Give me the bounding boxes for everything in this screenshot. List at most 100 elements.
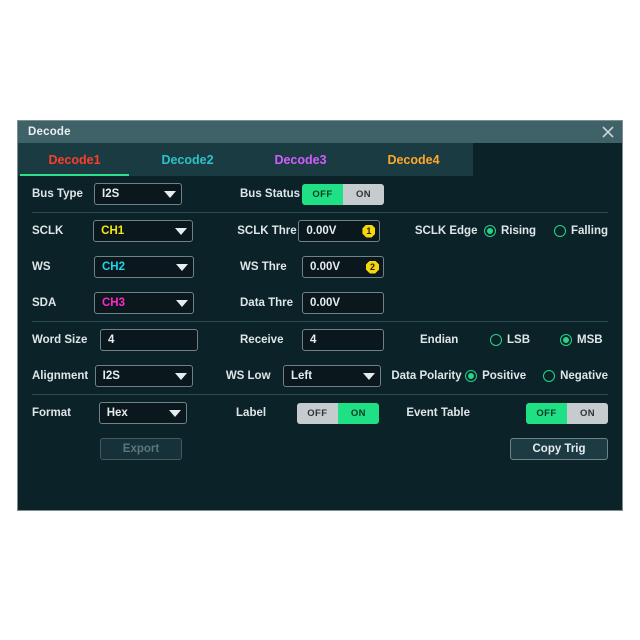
endian-lsb-radio[interactable]: LSB <box>490 334 554 346</box>
data-thre-field[interactable]: 0.00V <box>302 292 384 314</box>
format-dropdown-wrap: Hex <box>98 402 201 424</box>
sclk-thre-label: SCLK Thre <box>237 225 297 237</box>
ws-low-dropdown[interactable]: Left <box>282 365 381 387</box>
sda-source-dropdown[interactable]: CH3 <box>94 292 194 314</box>
sclk-thre-value: 0.00V <box>306 225 337 237</box>
label-toggle-label: Label <box>236 407 267 419</box>
receive-wrap: 4 <box>302 329 392 351</box>
row-actions: Export Copy Trig <box>32 431 608 467</box>
alignment-dropdown[interactable]: I2S <box>94 365 193 387</box>
sclk-edge-radio-group: Rising Falling <box>483 225 608 237</box>
event-table-off-segment[interactable]: OFF <box>525 402 567 424</box>
ws-thre-wrap: 0.00V 2 <box>302 256 392 278</box>
bus-type-dropdown-wrap: I2S <box>94 183 204 205</box>
radio-icon <box>560 334 572 346</box>
format-value: Hex <box>106 407 128 419</box>
ws-thre-value: 0.00V <box>310 261 341 273</box>
tab-decode4-label: Decode4 <box>387 152 440 167</box>
ws-thre-label: WS Thre <box>240 261 287 273</box>
bus-status-on-segment[interactable]: ON <box>343 183 384 205</box>
bus-type-label: Bus Type <box>32 188 83 200</box>
data-polarity-negative-radio[interactable]: Negative <box>543 370 608 382</box>
ws-low-value: Left <box>290 370 313 382</box>
endian-msb-label: MSB <box>577 334 603 346</box>
sda-source-value: CH3 <box>102 297 126 309</box>
ws-low-label: WS Low <box>225 370 271 382</box>
data-polarity-positive-label: Positive <box>482 370 527 382</box>
sclk-edge-rising-radio[interactable]: Rising <box>483 225 548 237</box>
bus-status-toggle[interactable]: OFF ON <box>302 183 384 205</box>
copy-trig-button[interactable]: Copy Trig <box>510 438 608 460</box>
word-size-field[interactable]: 4 <box>100 329 198 351</box>
endian-label: Endian <box>420 334 459 346</box>
ws-dropdown-wrap: CH2 <box>94 256 204 278</box>
ws-source-value: CH2 <box>102 261 126 273</box>
radio-icon <box>553 225 566 237</box>
bus-status-off-segment[interactable]: OFF <box>302 183 343 205</box>
tab-decode1-label: Decode1 <box>48 152 101 167</box>
alignment-dropdown-wrap: I2S <box>94 365 193 387</box>
sclk-source-value: CH1 <box>101 225 125 237</box>
sclk-edge-falling-label: Falling <box>570 225 608 237</box>
data-polarity-positive-radio[interactable]: Positive <box>465 370 537 382</box>
ws-thre-badge: 2 <box>366 260 379 274</box>
label-toggle[interactable]: OFF ON <box>296 402 379 424</box>
sclk-edge-falling-radio[interactable]: Falling <box>553 225 608 237</box>
ws-low-dropdown-wrap: Left <box>282 365 381 387</box>
sclk-edge-label: SCLK Edge <box>414 225 478 237</box>
export-button[interactable]: Export <box>100 438 182 460</box>
radio-icon <box>465 370 478 382</box>
ws-label: WS <box>32 261 51 273</box>
chevron-down-icon <box>176 263 188 271</box>
data-thre-wrap: 0.00V <box>302 292 392 314</box>
row-sclk: SCLK CH1 SCLK Thre 0.00V 1 SCLK Edge Ris… <box>32 213 608 249</box>
receive-label: Receive <box>240 334 284 346</box>
tab-decode2-label: Decode2 <box>161 152 214 167</box>
sclk-dropdown-wrap: CH1 <box>93 220 202 242</box>
bus-status-label: Bus Status <box>240 188 301 200</box>
event-table-label: Event Table <box>406 407 471 419</box>
dialog-titlebar: Decode <box>18 121 622 143</box>
tab-decode2[interactable]: Decode2 <box>131 143 244 176</box>
endian-lsb-label: LSB <box>507 334 530 346</box>
radio-icon <box>490 334 502 346</box>
dialog-body: Bus Type I2S Bus Status OFF ON SCLK CH1 … <box>18 176 622 510</box>
row-format: Format Hex Label OFF ON Event Table OFF <box>32 395 608 431</box>
sclk-thre-field[interactable]: 0.00V 1 <box>298 220 381 242</box>
dialog-title: Decode <box>28 126 71 138</box>
screen: Decode Decode1 Decode2 Decode3 Decode4 B… <box>0 0 640 640</box>
row-bus-type: Bus Type I2S Bus Status OFF ON <box>32 176 608 212</box>
sclk-source-dropdown[interactable]: CH1 <box>93 220 194 242</box>
ws-thre-field[interactable]: 0.00V 2 <box>302 256 384 278</box>
decode-tabs: Decode1 Decode2 Decode3 Decode4 <box>18 143 622 176</box>
sda-dropdown-wrap: CH3 <box>94 292 204 314</box>
radio-icon <box>483 225 496 237</box>
close-button[interactable] <box>598 122 618 142</box>
label-off-segment[interactable]: OFF <box>296 402 338 424</box>
bus-type-dropdown[interactable]: I2S <box>94 183 182 205</box>
event-table-on-segment[interactable]: ON <box>566 402 608 424</box>
endian-msb-radio[interactable]: MSB <box>560 334 603 346</box>
chevron-down-icon <box>176 299 188 307</box>
tab-decode1[interactable]: Decode1 <box>18 143 131 176</box>
tab-decode4[interactable]: Decode4 <box>357 143 470 176</box>
data-polarity-negative-label: Negative <box>560 370 608 382</box>
chevron-down-icon <box>174 372 187 380</box>
row-word-size: Word Size 4 Receive 4 Endian LSB MSB <box>32 322 608 358</box>
sclk-thre-wrap: 0.00V 1 <box>298 220 387 242</box>
alignment-value: I2S <box>102 370 120 382</box>
receive-field[interactable]: 4 <box>302 329 384 351</box>
tab-decode3[interactable]: Decode3 <box>244 143 357 176</box>
label-on-segment[interactable]: ON <box>337 402 379 424</box>
endian-radio-group: LSB MSB <box>490 334 603 346</box>
data-polarity-radio-group: Positive Negative <box>465 370 608 382</box>
event-table-toggle[interactable]: OFF ON <box>525 402 608 424</box>
ws-source-dropdown[interactable]: CH2 <box>94 256 194 278</box>
bus-type-value: I2S <box>102 188 120 200</box>
chevron-down-icon <box>168 409 181 417</box>
format-dropdown[interactable]: Hex <box>98 402 187 424</box>
format-label: Format <box>32 407 71 419</box>
receive-value: 4 <box>310 334 317 346</box>
data-thre-value: 0.00V <box>310 297 341 309</box>
close-icon <box>602 126 614 138</box>
